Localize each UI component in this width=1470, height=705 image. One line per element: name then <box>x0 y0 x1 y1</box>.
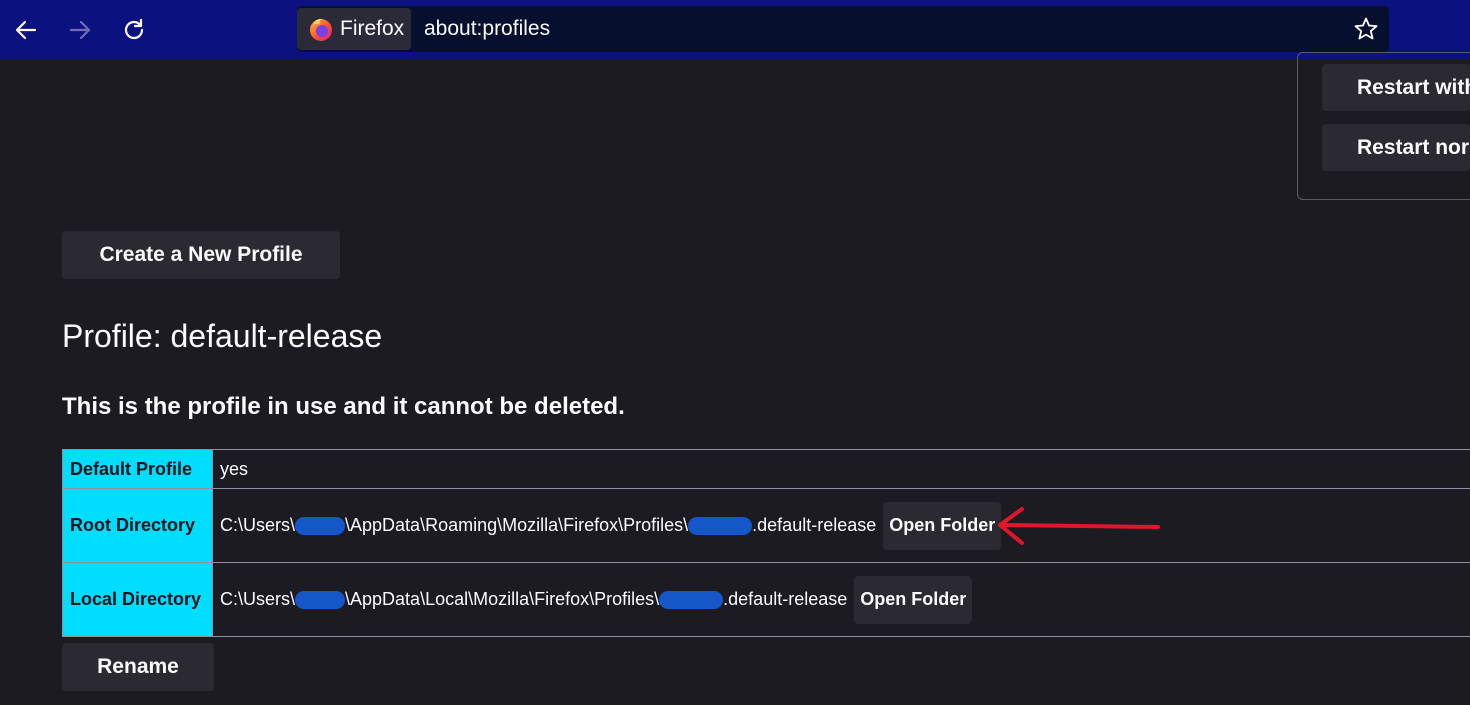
local-directory-cell: C:\Users\ \AppData\Local\Mozilla\Firefox\… <box>212 562 1470 637</box>
forward-button[interactable] <box>62 12 98 48</box>
redacted-profile-id <box>688 516 753 535</box>
local-directory-row: Local Directory C:\Users\ \AppData\Local\… <box>62 562 1470 637</box>
root-open-folder-button[interactable]: Open Folder <box>883 501 1002 550</box>
url-bar[interactable]: Firefox about:profiles <box>297 6 1389 52</box>
local-path-end: .default-release <box>723 588 848 609</box>
url-text[interactable]: about:profiles <box>424 17 550 41</box>
root-path-mid: \AppData\Roaming\Mozilla\Firefox\Profile… <box>345 514 689 535</box>
back-arrow-icon <box>15 20 37 40</box>
bookmark-star-button[interactable] <box>1353 16 1379 47</box>
redacted-profile-id <box>659 590 724 609</box>
star-icon <box>1354 17 1378 40</box>
reload-icon <box>124 18 144 40</box>
rename-button[interactable]: Rename <box>62 643 214 691</box>
firefox-logo-icon <box>310 18 332 41</box>
profile-title: Profile: default-release <box>62 318 383 354</box>
browser-toolbar: Firefox about:profiles <box>0 0 1470 60</box>
back-button[interactable] <box>8 12 44 48</box>
local-open-folder-button[interactable]: Open Folder <box>854 575 973 624</box>
root-directory-cell: C:\Users\ \AppData\Roaming\Mozilla\Firefo… <box>212 488 1470 563</box>
local-path-mid: \AppData\Local\Mozilla\Firefox\Profiles\ <box>345 588 660 609</box>
reload-button[interactable] <box>116 12 152 48</box>
redacted-username <box>295 516 346 535</box>
restart-with-addons-disabled-button[interactable]: Restart with <box>1322 64 1470 111</box>
default-profile-label: Default Profile <box>62 449 213 489</box>
red-annotation-arrow-icon <box>998 507 1160 545</box>
default-profile-row: Default Profile yes <box>62 449 1470 489</box>
forward-arrow-icon <box>69 20 91 40</box>
redacted-username <box>295 590 346 609</box>
local-directory-label: Local Directory <box>62 562 213 637</box>
identity-box[interactable]: Firefox <box>297 8 411 50</box>
root-directory-row: Root Directory C:\Users\ \AppData\Roaming… <box>62 488 1470 563</box>
create-new-profile-button[interactable]: Create a New Profile <box>62 231 340 279</box>
restart-normally-button[interactable]: Restart nor <box>1322 124 1470 171</box>
default-profile-value: yes <box>212 449 1470 489</box>
identity-label: Firefox <box>340 17 405 40</box>
local-path-start: C:\Users\ <box>220 588 296 609</box>
profile-in-use-note: This is the profile in use and it cannot… <box>62 393 625 420</box>
root-path-end: .default-release <box>752 514 877 535</box>
root-directory-label: Root Directory <box>62 488 213 563</box>
profile-details-table: Default Profile yes Root Directory C:\Us… <box>62 449 1470 637</box>
root-path-start: C:\Users\ <box>220 514 296 535</box>
